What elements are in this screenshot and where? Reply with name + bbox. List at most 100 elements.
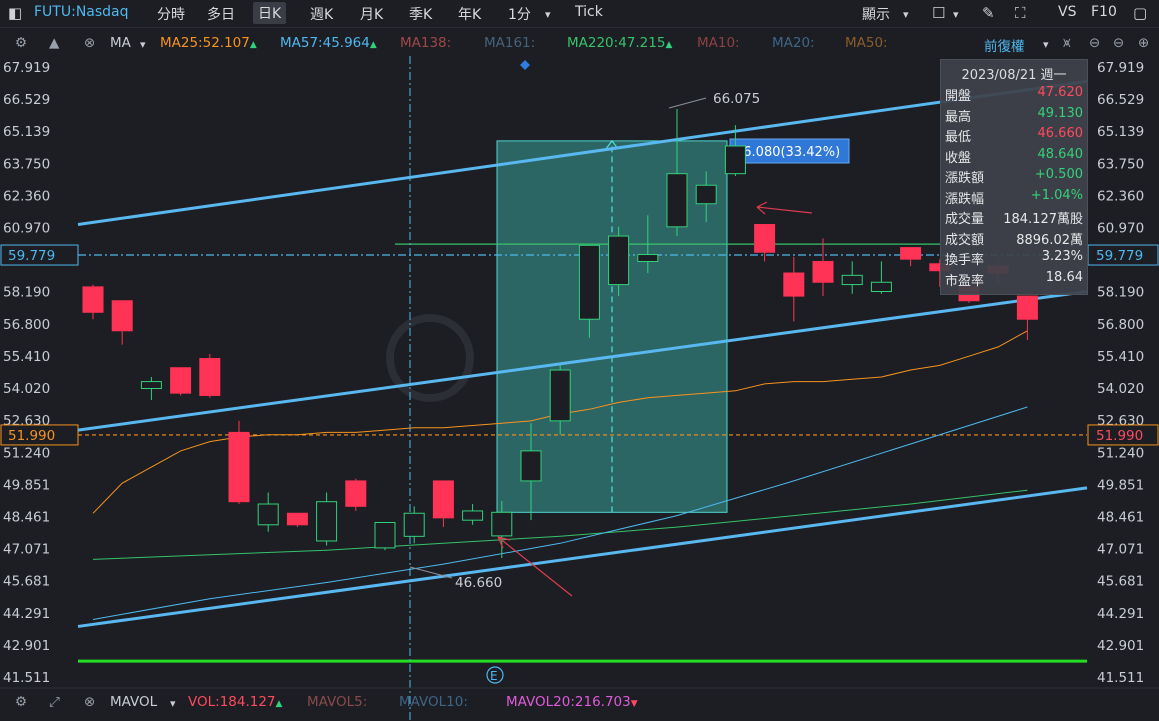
candle-body — [578, 244, 600, 320]
candle-body — [111, 300, 133, 332]
y-tick-label-right: 60.970 — [1097, 221, 1144, 237]
annotation-leader — [668, 97, 707, 109]
y-tick-label-right: 41.511 — [1097, 670, 1144, 686]
candle-body — [403, 512, 425, 537]
candle-body — [170, 367, 192, 394]
y-tick-label-right: 49.851 — [1097, 477, 1144, 493]
expand-icon[interactable]: ⤢ — [49, 694, 60, 710]
y-tick-label-left: 42.901 — [3, 638, 50, 654]
price-axis-bg — [1087, 56, 1159, 688]
candle-body — [841, 274, 863, 286]
y-tick-label-left: 62.360 — [3, 188, 50, 204]
candle-body — [870, 281, 892, 292]
info-key: 最低 — [945, 130, 972, 145]
y-tick-label-left: 58.190 — [3, 285, 50, 301]
candle-body — [228, 431, 250, 503]
info-row: 最低 46.660 — [941, 124, 1087, 145]
candle-body — [316, 501, 338, 542]
candle-body — [666, 173, 688, 228]
info-key: 市盈率 — [945, 273, 985, 289]
price-level-label-right: 59.779 — [1096, 248, 1143, 264]
candle-body — [82, 286, 104, 313]
y-tick-label-left: 54.020 — [3, 381, 50, 397]
info-value: 3.23% — [1041, 249, 1083, 264]
info-row: 最高 49.130 — [941, 104, 1087, 125]
info-key: 成交額 — [945, 232, 985, 248]
info-row: 漲跌額 +0.500 — [941, 165, 1087, 186]
y-tick-label-right: 42.901 — [1097, 638, 1144, 654]
candle-body — [199, 357, 221, 396]
y-tick-label-right: 56.800 — [1097, 317, 1144, 333]
candle-body — [432, 480, 454, 519]
info-value: 184.127萬股 — [1003, 212, 1083, 227]
info-row: 市盈率 18.64 — [941, 268, 1087, 289]
measure-label: 16.080(33.42%) — [735, 145, 840, 160]
info-key: 開盤 — [945, 89, 972, 104]
y-tick-label-left: 47.071 — [3, 542, 50, 558]
chevron-down-icon[interactable]: ▾ — [170, 697, 176, 710]
vol-item-2: MAVOL10: — [399, 694, 468, 710]
candle-body — [462, 510, 484, 521]
candle-body — [637, 254, 659, 262]
info-value: +1.04% — [1030, 187, 1083, 203]
candle-body — [900, 247, 922, 260]
y-tick-label-left: 63.750 — [3, 156, 50, 172]
gear-icon[interactable]: ⚙ — [15, 694, 27, 710]
y-tick-label-right: 65.139 — [1097, 124, 1144, 140]
candle-body — [345, 480, 367, 507]
info-key: 最高 — [945, 109, 972, 125]
vol-item-3: MAVOL20:216.703▼ — [506, 694, 638, 710]
info-value: 48.640 — [1037, 146, 1084, 162]
y-tick-label-left: 45.681 — [3, 574, 50, 590]
info-value: 47.620 — [1037, 85, 1084, 100]
crosshair-marker — [520, 60, 530, 70]
info-value: 46.660 — [1037, 126, 1084, 141]
info-key: 漲跌額 — [945, 171, 985, 186]
y-tick-label-left: 55.410 — [3, 349, 50, 365]
vol-item-0: VOL:184.127▲ — [188, 694, 283, 710]
candle-body — [1016, 295, 1038, 320]
info-value: +0.500 — [1034, 167, 1083, 182]
y-tick-label-right: 62.360 — [1097, 188, 1144, 204]
candle-body — [695, 184, 717, 205]
info-row: 漲跌幅 +1.04% — [941, 186, 1087, 207]
y-tick-label-left: 56.800 — [3, 317, 50, 333]
price-level-label-left: 59.779 — [8, 248, 55, 264]
y-tick-label-left: 60.970 — [3, 221, 50, 237]
y-tick-label-right: 54.020 — [1097, 381, 1144, 397]
red-arrow — [756, 206, 813, 214]
candle-body — [754, 224, 776, 253]
y-tick-label-right: 63.750 — [1097, 156, 1144, 172]
mavol-type-select[interactable]: MAVOL — [110, 694, 157, 710]
volume-indicator-bar: ⚙ ⤢ ⊗ MAVOL ▾ VOL:184.127▲ MAVOL5: MAVOL… — [0, 690, 1159, 718]
price-level-label-left: 51.990 — [8, 428, 55, 444]
price-level-label-right: 51.990 — [1096, 428, 1143, 444]
event-marker-label: E — [490, 669, 498, 683]
info-row: 成交量 184.127萬股 — [941, 206, 1087, 227]
y-tick-label-right: 51.240 — [1097, 445, 1144, 461]
info-key: 換手率 — [945, 253, 985, 268]
y-tick-label-right: 66.529 — [1097, 92, 1144, 108]
y-tick-label-left: 51.240 — [3, 445, 50, 461]
vol-item-1: MAVOL5: — [307, 694, 368, 710]
y-tick-label-right: 45.681 — [1097, 574, 1144, 590]
candle-body — [286, 512, 308, 526]
y-tick-label-left: 67.919 — [3, 60, 50, 76]
candle-body — [257, 503, 279, 526]
info-key: 收盤 — [945, 150, 972, 166]
annotation-leader — [409, 566, 453, 579]
info-value: 8896.02萬 — [1016, 232, 1083, 248]
y-tick-label-left: 41.511 — [3, 670, 50, 686]
y-tick-label-right: 67.919 — [1097, 60, 1144, 76]
annotation-high: 66.075 — [713, 91, 760, 107]
candle-body — [608, 235, 630, 286]
candle-body — [812, 260, 834, 283]
close-icon[interactable]: ⊗ — [84, 694, 95, 710]
y-tick-label-right: 48.461 — [1097, 509, 1144, 525]
annotation-low: 46.660 — [455, 575, 502, 591]
info-key: 漲跌幅 — [945, 191, 985, 207]
candle-body — [374, 521, 396, 549]
candle-body — [140, 381, 162, 390]
candle-body — [491, 511, 513, 537]
candle-body — [783, 272, 805, 297]
